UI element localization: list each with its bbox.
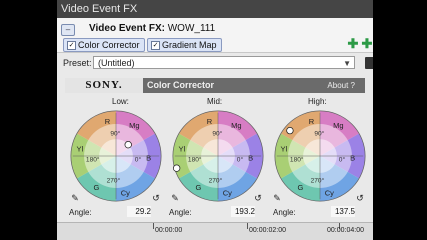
- video-event-fx-window: Video Event FX – Video Event FX: WOW_111…: [57, 0, 373, 240]
- wheel-handle-high[interactable]: [286, 126, 294, 135]
- wheel-deg-90: 90°: [212, 129, 222, 137]
- reset-icon[interactable]: ↺: [151, 193, 161, 203]
- wheel-letter-g: G: [297, 183, 303, 192]
- angle-value-low[interactable]: 29.2: [127, 206, 151, 217]
- reset-icon[interactable]: ↺: [355, 193, 365, 203]
- wheel-letter-b: B: [248, 154, 253, 163]
- reset-icon[interactable]: ↺: [253, 193, 263, 203]
- checkbox-icon[interactable]: ✓: [67, 41, 76, 50]
- wheel-letter-r: R: [207, 117, 213, 126]
- angle-value-high[interactable]: 137.5: [331, 206, 355, 217]
- wheel-letter-mg: Mg: [129, 121, 139, 130]
- wheel-letter-yl: Yl: [281, 144, 288, 153]
- save-preset-icon[interactable]: [365, 57, 373, 69]
- eyedropper-icon[interactable]: ✎: [272, 193, 282, 203]
- eyedropper-icon[interactable]: ✎: [70, 193, 80, 203]
- timeline-tick: [247, 223, 248, 229]
- wheel-letter-b: B: [350, 154, 355, 163]
- preset-label: Preset:: [63, 58, 92, 68]
- chevron-down-icon[interactable]: ▼: [343, 57, 351, 70]
- plugin-header: SONY. Color Corrector About ?: [65, 78, 365, 93]
- plugin-chip-label: Gradient Map: [162, 40, 217, 50]
- timeline-tick: [153, 223, 154, 229]
- wheel-letter-cy: Cy: [223, 188, 232, 197]
- window-title: Video Event FX: [57, 0, 373, 18]
- plugin-chain-bar: – Video Event FX: WOW_111 ✓ Color Correc…: [57, 18, 373, 53]
- wheel-letter-mg: Mg: [333, 121, 343, 130]
- plugin-title: Color Corrector: [147, 80, 215, 90]
- plugin-chain-icon[interactable]: ✚: [347, 37, 359, 50]
- wheel-deg-0: 0°: [135, 156, 142, 164]
- plugin-chain-icon-2[interactable]: ✚: [361, 37, 373, 50]
- chain-label-title: Video Event FX:: [89, 23, 165, 34]
- wheel-letter-cy: Cy: [121, 188, 130, 197]
- eyedropper-icon[interactable]: ✎: [170, 193, 180, 203]
- checkbox-icon[interactable]: ✓: [151, 41, 160, 50]
- chain-label-event: WOW_111: [164, 23, 216, 34]
- wheel-deg-0: 0°: [237, 156, 244, 164]
- wheel-deg-0: 0°: [339, 156, 346, 164]
- wheel-letter-cy: Cy: [325, 188, 334, 197]
- preset-value: (Untitled): [98, 58, 135, 68]
- plugin-chip-color-corrector[interactable]: ✓ Color Corrector: [63, 38, 145, 52]
- plugin-chip-gradient-map[interactable]: ✓ Gradient Map: [147, 38, 222, 52]
- color-wheel-high[interactable]: R Mg B Yl G Cy 90° 180° 0° 270°: [273, 109, 367, 203]
- chain-toggle-icon[interactable]: –: [61, 24, 75, 36]
- wheel-handle-low[interactable]: [124, 141, 132, 149]
- timeline-ruler[interactable]: 00:00:00 00:00:02:00 00:00:04:00: [57, 222, 373, 240]
- wheel-label-mid: Mid:: [207, 97, 223, 106]
- timecode-start: 00:00:00: [155, 227, 183, 234]
- wheel-deg-90: 90°: [314, 129, 324, 137]
- wheel-deg-180: 180°: [86, 156, 100, 164]
- chain-label: Video Event FX: WOW_111: [89, 23, 215, 34]
- angle-label-mid: Angle:: [169, 208, 192, 217]
- plugin-chip-label: Color Corrector: [78, 40, 140, 50]
- sony-logo: SONY.: [65, 78, 143, 93]
- wheel-letter-r: R: [105, 117, 111, 126]
- wheel-deg-270: 270°: [107, 176, 121, 184]
- timecode-mid: 00:00:02:00: [249, 227, 286, 234]
- about-button[interactable]: About ?: [327, 78, 355, 93]
- angle-label-low: Angle:: [69, 208, 92, 217]
- wheel-label-low: Low:: [112, 97, 129, 106]
- wheel-label-high: High:: [308, 97, 327, 106]
- color-wheel-low[interactable]: R Mg B Yl G Cy 90° 180° 0° 270°: [69, 109, 163, 203]
- wheel-letter-b: B: [146, 154, 151, 163]
- wheel-deg-270: 270°: [311, 176, 325, 184]
- wheel-deg-90: 90°: [110, 129, 120, 137]
- angle-label-high: Angle:: [273, 208, 296, 217]
- wheel-deg-180: 180°: [290, 156, 304, 164]
- preset-dropdown[interactable]: (Untitled) ▼: [93, 56, 355, 69]
- wheel-deg-270: 270°: [209, 176, 223, 184]
- wheel-letter-r: R: [309, 117, 315, 126]
- wheel-handle-mid[interactable]: [172, 164, 181, 172]
- wheel-letter-yl: Yl: [77, 144, 84, 153]
- wheel-deg-180: 180°: [188, 156, 202, 164]
- timecode-end: 00:00:04:00: [327, 227, 364, 234]
- wheel-letter-g: G: [93, 183, 99, 192]
- color-wheel-mid[interactable]: R Mg B Yl G Cy 90° 180° 0° 270°: [171, 109, 265, 203]
- wheel-letter-mg: Mg: [231, 121, 241, 130]
- wheel-letter-g: G: [195, 183, 201, 192]
- wheel-letter-yl: Yl: [179, 144, 186, 153]
- angle-value-mid[interactable]: 193.2: [231, 206, 255, 217]
